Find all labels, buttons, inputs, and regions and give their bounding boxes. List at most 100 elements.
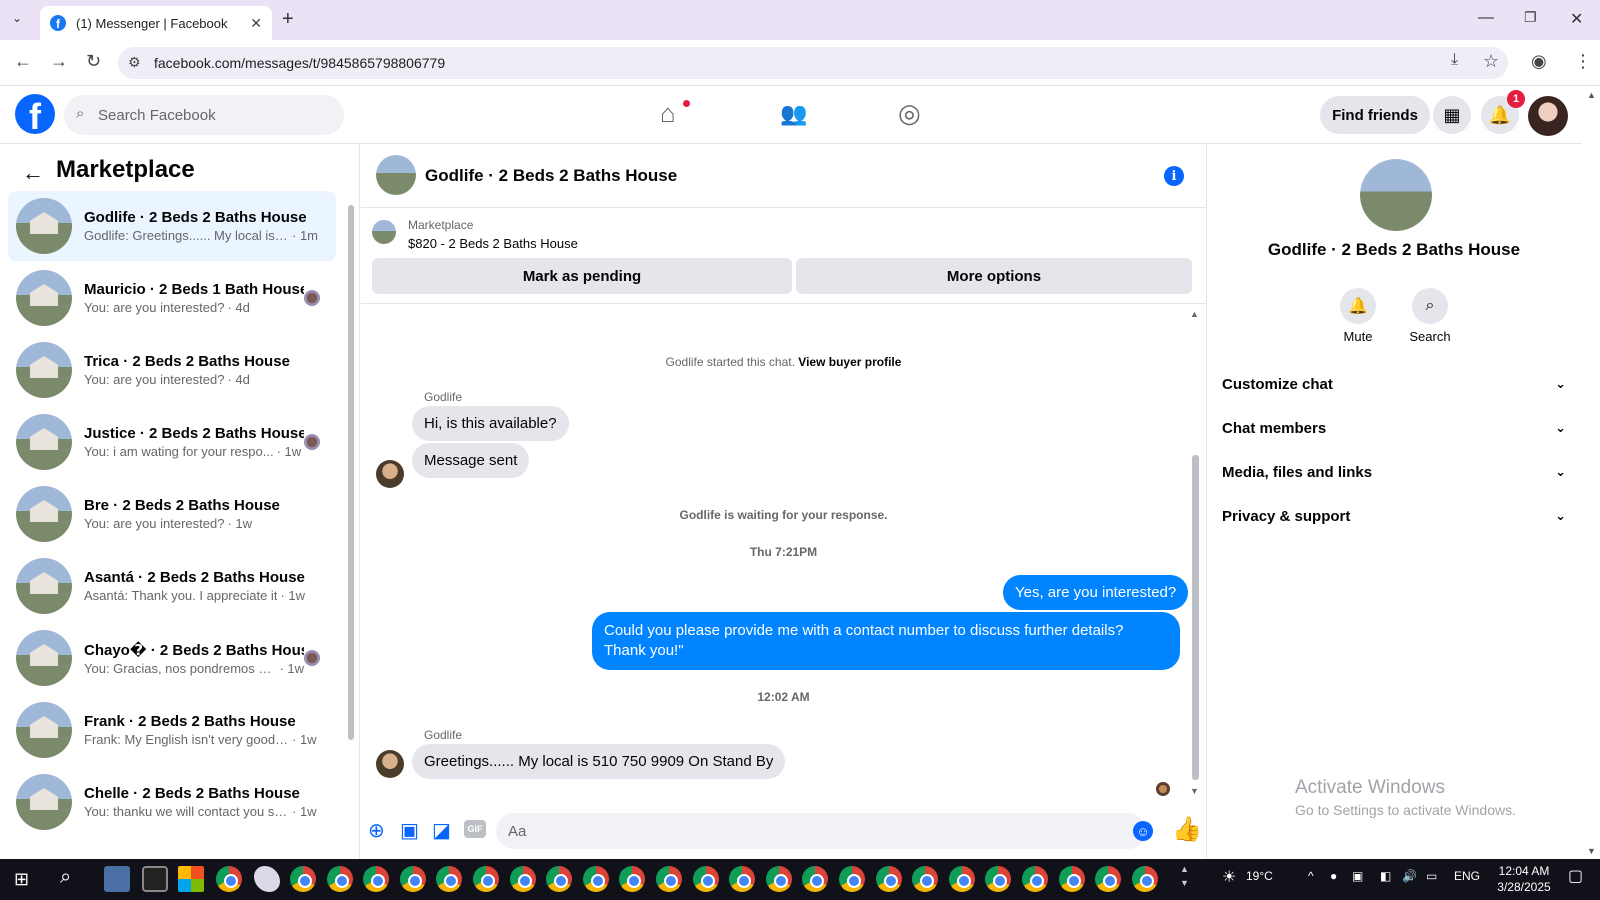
forward-icon[interactable]: →: [50, 51, 68, 72]
groups-icon[interactable]: ◎: [898, 98, 921, 129]
message-input[interactable]: Aa: [496, 813, 1146, 849]
facebook-search-input[interactable]: Search Facebook: [64, 95, 344, 135]
weather-icon[interactable]: ☀: [1222, 867, 1236, 887]
chrome-icon[interactable]: [216, 866, 242, 892]
outgoing-message[interactable]: Yes, are you interested?: [1003, 575, 1189, 610]
install-app-icon[interactable]: ⤓: [1451, 51, 1458, 69]
chrome-profile-icon[interactable]: [1131, 866, 1158, 892]
new-tab-icon[interactable]: +: [282, 8, 294, 31]
bookmark-star-icon[interactable]: ☆: [1483, 51, 1499, 72]
chrome-profile-icon[interactable]: [326, 866, 353, 892]
windows-start-icon[interactable]: ⊞: [14, 869, 29, 890]
conversation-list-scrollbar[interactable]: [348, 205, 354, 740]
tab-list-chevron-icon[interactable]: ⌄: [12, 11, 22, 25]
url-field[interactable]: facebook.com/messages/t/9845865798806779: [118, 47, 1508, 79]
conversation-item[interactable]: Chayo� · 2 Beds 2 Baths House You: Gracia…: [8, 623, 336, 693]
incoming-message[interactable]: Hi, is this available?: [412, 406, 569, 441]
thumbs-up-icon[interactable]: 👍: [1172, 815, 1202, 844]
chrome-profile-icon[interactable]: [399, 866, 426, 892]
volume-icon[interactable]: 🔊: [1402, 869, 1417, 883]
file-explorer-icon[interactable]: [104, 866, 130, 892]
taskbar-search-icon[interactable]: ⌕: [60, 866, 71, 889]
customize-chat-section[interactable]: Customize chat ⌄: [1222, 376, 1566, 393]
conversation-item[interactable]: Bre · 2 Beds 2 Baths House You: are you i…: [8, 479, 336, 549]
facebook-logo-icon[interactable]: f: [15, 94, 55, 134]
page-scroll-up-icon[interactable]: ▲: [1587, 90, 1596, 100]
site-info-icon[interactable]: ⚙: [128, 54, 141, 71]
chat-title[interactable]: Godlife · 2 Beds 2 Baths House: [425, 166, 677, 186]
browser-tab[interactable]: f (1) Messenger | Facebook ✕: [40, 6, 272, 40]
chrome-profile-icon[interactable]: [875, 866, 902, 892]
scroll-up-arrow-icon[interactable]: ▲: [1190, 309, 1199, 319]
chrome-profile-icon[interactable]: [582, 866, 609, 892]
chrome-profile-icon[interactable]: [1022, 866, 1048, 892]
chrome-profile-icon[interactable]: [692, 866, 719, 892]
taskbar-clock[interactable]: 12:04 AM 3/28/2025: [1488, 863, 1560, 895]
privacy-support-section[interactable]: Privacy & support ⌄: [1222, 508, 1566, 525]
back-icon[interactable]: ←: [14, 51, 32, 72]
tray-app-icon[interactable]: ▣: [1352, 869, 1363, 883]
chrome-profile-icon[interactable]: [765, 866, 792, 892]
conversation-item[interactable]: Frank · 2 Beds 2 Baths House Frank: My En…: [8, 695, 336, 765]
attach-photo-icon[interactable]: ▣: [400, 818, 419, 843]
menu-grid-icon[interactable]: ▦: [1433, 96, 1471, 134]
chrome-profile-icon[interactable]: [948, 866, 975, 892]
tray-device-icon[interactable]: ◧: [1380, 869, 1391, 883]
temperature[interactable]: 19°C: [1246, 869, 1273, 883]
network-icon[interactable]: ▭: [1426, 869, 1437, 883]
tray-chevron-icon[interactable]: ^: [1308, 869, 1314, 883]
emoji-icon[interactable]: ☺: [1133, 821, 1153, 841]
store-app-icon[interactable]: [178, 866, 204, 892]
chrome-profile-icon[interactable]: [546, 866, 573, 892]
mute-bell-icon[interactable]: 🔔: [1340, 288, 1376, 324]
view-buyer-profile-link[interactable]: View buyer profile: [798, 355, 901, 369]
listing-thumbnail[interactable]: [372, 220, 396, 244]
back-arrow-icon[interactable]: ←: [22, 160, 44, 186]
details-search-icon[interactable]: ⌕: [1412, 288, 1448, 324]
sender-avatar[interactable]: [376, 460, 404, 488]
chrome-profile-icon[interactable]: [912, 866, 939, 892]
chrome-profile-icon[interactable]: [509, 866, 536, 892]
chat-members-section[interactable]: Chat members ⌄: [1222, 420, 1566, 437]
sticker-icon[interactable]: ◪: [432, 818, 451, 843]
home-icon[interactable]: ⌂: [660, 98, 676, 129]
taskbar-scroll-icon[interactable]: ▲ ▼: [1180, 862, 1189, 890]
sender-avatar[interactable]: [376, 750, 404, 778]
incoming-message[interactable]: Message sent: [412, 443, 530, 478]
outgoing-message[interactable]: Could you please provide me with a conta…: [592, 612, 1180, 670]
gif-icon[interactable]: GIF: [464, 820, 486, 838]
chrome-profile-icon[interactable]: [473, 866, 499, 892]
listing-price[interactable]: $820 - 2 Beds 2 Baths House: [408, 236, 578, 251]
scroll-down-arrow-icon[interactable]: ▼: [1190, 786, 1199, 796]
chrome-profile-icon[interactable]: [729, 866, 756, 892]
chrome-profile-icon[interactable]: [839, 866, 865, 892]
mark-as-pending-button[interactable]: Mark as pending: [372, 258, 792, 294]
language-indicator[interactable]: ENG: [1454, 869, 1480, 883]
friends-icon[interactable]: 👥: [780, 101, 807, 127]
media-files-links-section[interactable]: Media, files and links ⌄: [1222, 464, 1566, 481]
chrome-profile-icon[interactable]: [1095, 866, 1122, 892]
notification-center-icon[interactable]: ▢: [1568, 866, 1583, 886]
details-avatar[interactable]: [1360, 159, 1432, 231]
restore-icon[interactable]: ❐: [1524, 9, 1537, 26]
account-avatar[interactable]: [1528, 96, 1568, 136]
close-window-icon[interactable]: ✕: [1570, 9, 1583, 29]
conversation-item[interactable]: Asantá · 2 Beds 2 Baths House Asantá: Tha…: [8, 551, 336, 621]
tray-app-icon[interactable]: ●: [1330, 869, 1337, 883]
chat-scrollbar[interactable]: [1192, 455, 1199, 780]
chat-avatar[interactable]: [376, 155, 416, 195]
minimize-icon[interactable]: —: [1478, 9, 1494, 27]
reload-icon[interactable]: ↻: [86, 51, 101, 72]
find-friends-button[interactable]: Find friends: [1320, 96, 1430, 134]
chrome-profile-icon[interactable]: [1058, 866, 1085, 892]
conversation-item[interactable]: Trica · 2 Beds 2 Baths House You: are you…: [8, 335, 336, 405]
page-scroll-down-icon[interactable]: ▼: [1587, 846, 1596, 856]
profile-icon[interactable]: ◉: [1531, 51, 1547, 72]
terminal-app-icon[interactable]: [142, 866, 168, 892]
info-icon[interactable]: i: [1164, 166, 1184, 186]
conversation-item[interactable]: Mauricio · 2 Beds 1 Bath House You: are y…: [8, 263, 336, 333]
conversation-item[interactable]: Godlife · 2 Beds 2 Baths House Godlife: G…: [8, 191, 336, 261]
conversation-item[interactable]: Justice · 2 Beds 2 Baths House You: i am …: [8, 407, 336, 477]
chrome-profile-icon[interactable]: [363, 866, 390, 892]
chrome-profile-icon[interactable]: [656, 866, 682, 892]
